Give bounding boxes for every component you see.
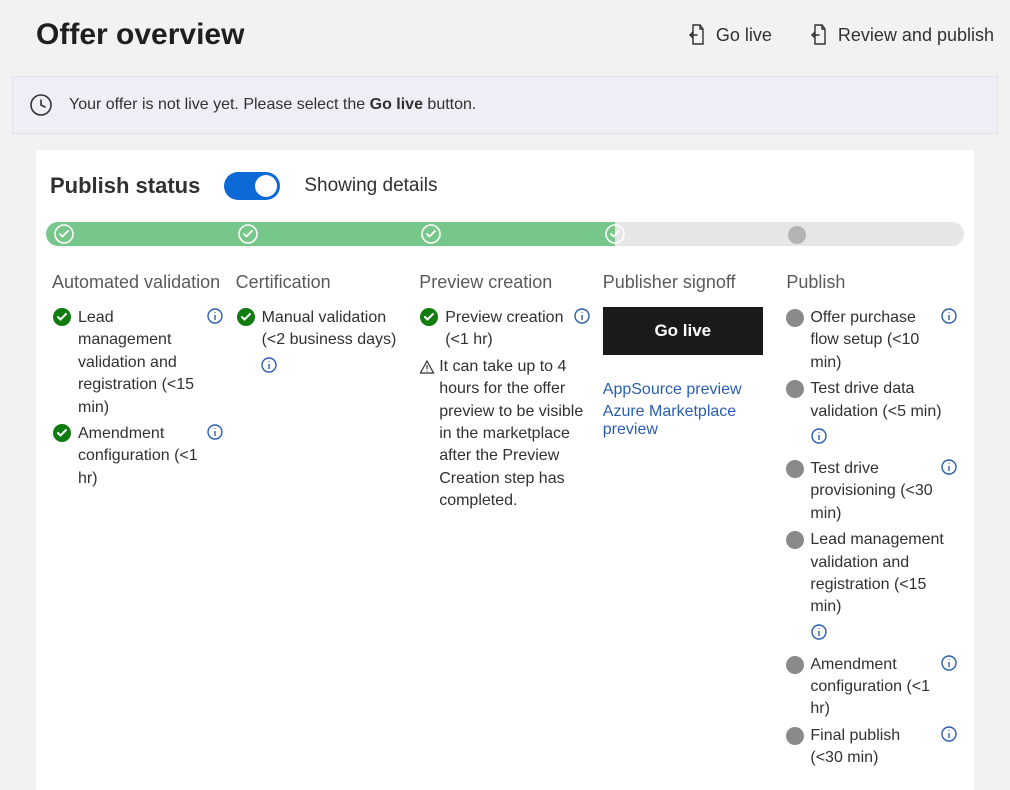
step-publish: Test drive provisioning (<30 min) [786, 458, 958, 525]
col-publisher-signoff: Publisher signoff Go live AppSource prev… [597, 272, 781, 774]
clock-icon [29, 93, 53, 117]
toggle-knob [255, 175, 277, 197]
info-icon[interactable] [940, 654, 958, 672]
col-preview-creation: Preview creation Preview creation (<1 hr… [413, 272, 597, 774]
checkmark-icon [419, 307, 439, 327]
review-publish-label: Review and publish [838, 25, 994, 46]
warning-icon [419, 359, 435, 375]
info-icon[interactable] [810, 427, 828, 445]
checkmark-icon [238, 224, 258, 244]
checkmark-icon [52, 423, 72, 443]
panel-title: Publish status [50, 173, 200, 199]
col-certification: Certification Manual validation (<2 busi… [230, 272, 414, 774]
info-icon[interactable] [260, 356, 278, 374]
step-text: Lead management validation and registrat… [78, 307, 200, 419]
info-icon[interactable] [573, 307, 591, 325]
pending-dot-icon [786, 380, 804, 398]
step-publish: Offer purchase flow setup (<10 min) [786, 307, 958, 374]
publish-doc-icon [686, 24, 706, 46]
step-text: Test drive provisioning (<30 min) [810, 458, 934, 525]
azure-marketplace-preview-link[interactable]: Azure Marketplace preview [603, 403, 775, 439]
step-text: Test drive data validation (<5 min) [810, 378, 958, 423]
info-icon[interactable] [940, 307, 958, 325]
step-text: Amendment configuration (<1 hr) [810, 654, 934, 721]
step-publish: Amendment configuration (<1 hr) [786, 654, 958, 721]
details-toggle[interactable] [224, 172, 280, 200]
step-publish: Lead management validation and registrat… [786, 529, 958, 619]
col-title: Certification [236, 272, 408, 293]
appsource-preview-link[interactable]: AppSource preview [603, 381, 775, 399]
go-live-header-label: Go live [716, 25, 772, 46]
checkmark-icon [421, 224, 441, 244]
top-bar: Offer overview Go live Review and publis… [0, 0, 1010, 70]
toggle-label: Showing details [304, 175, 437, 197]
info-icon[interactable] [206, 307, 224, 325]
progress-track [46, 222, 964, 246]
header-actions: Go live Review and publish [686, 24, 994, 46]
alert-bar: Your offer is not live yet. Please selec… [12, 76, 998, 134]
pending-dot-icon [786, 460, 804, 478]
preview-note-text: It can take up to 4 hours for the offer … [439, 356, 591, 513]
col-title: Automated validation [52, 272, 224, 293]
info-icon[interactable] [940, 725, 958, 743]
go-live-header-action[interactable]: Go live [686, 24, 772, 46]
step-preview-creation: Preview creation (<1 hr) [419, 307, 591, 352]
alert-text: Your offer is not live yet. Please selec… [69, 96, 476, 114]
go-live-button[interactable]: Go live [603, 307, 763, 355]
step-publish: Test drive data validation (<5 min) [786, 378, 958, 423]
step-text: Manual validation (<2 business days) [262, 307, 408, 352]
checkmark-icon [236, 307, 256, 327]
col-publish: Publish Offer purchase flow setup (<10 m… [780, 272, 964, 774]
step-manual-validation: Manual validation (<2 business days) [236, 307, 408, 352]
col-automated-validation: Automated validation Lead management val… [46, 272, 230, 774]
preview-note: It can take up to 4 hours for the offer … [419, 356, 591, 513]
checkmark-icon [54, 224, 74, 244]
pending-dot-icon [786, 531, 804, 549]
panel-header: Publish status Showing details [36, 150, 974, 222]
pending-dot-icon [786, 309, 804, 327]
review-publish-action[interactable]: Review and publish [808, 24, 994, 46]
step-text: Amendment configuration (<1 hr) [78, 423, 200, 490]
col-title: Preview creation [419, 272, 591, 293]
pending-dot-icon [788, 226, 806, 244]
step-text: Lead management validation and registrat… [810, 529, 958, 619]
pending-dot-icon [786, 656, 804, 674]
step-text: Offer purchase flow setup (<10 min) [810, 307, 934, 374]
step-lead-mgmt: Lead management validation and registrat… [52, 307, 224, 419]
page-title: Offer overview [36, 18, 244, 52]
info-icon[interactable] [810, 623, 828, 641]
status-columns: Automated validation Lead management val… [46, 272, 964, 774]
col-title: Publish [786, 272, 958, 293]
publish-status-panel: Publish status Showing details [36, 150, 974, 790]
step-text: Preview creation (<1 hr) [445, 307, 567, 352]
pending-dot-icon [786, 727, 804, 745]
info-icon[interactable] [940, 458, 958, 476]
col-title: Publisher signoff [603, 272, 775, 293]
info-icon[interactable] [206, 423, 224, 441]
step-publish: Final publish (<30 min) [786, 725, 958, 770]
step-text: Final publish (<30 min) [810, 725, 934, 770]
publish-doc-icon [808, 24, 828, 46]
step-amendment: Amendment configuration (<1 hr) [52, 423, 224, 490]
checkmark-icon [52, 307, 72, 327]
checkmark-icon [605, 224, 625, 244]
